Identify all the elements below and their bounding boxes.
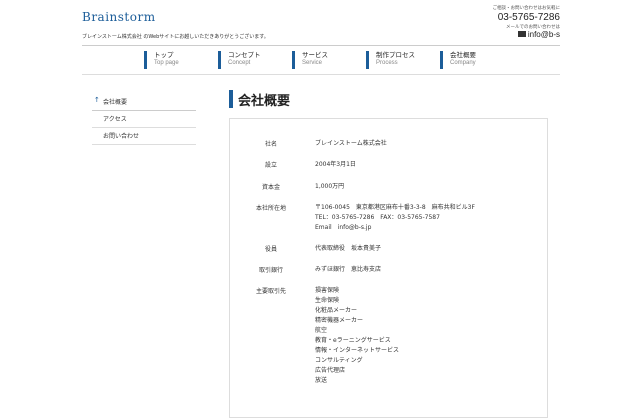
row-label: 取引銀行 (258, 267, 283, 274)
value-line: 航空 (315, 327, 328, 334)
nav-sublabel: Company (450, 60, 476, 66)
row-value: 2004年3月1日 (315, 160, 545, 170)
logo-text: Brainstorm (82, 10, 156, 24)
page-title-text: 会社概要 (238, 94, 291, 109)
nav-sublabel: Top page (154, 60, 179, 66)
arrow-icon: ↑ (94, 96, 100, 104)
row-value: みずほ銀行 恵比寿支店 (315, 265, 545, 275)
nav-item-top[interactable]: トップ Top page (144, 51, 218, 69)
nav-label: コンセプト (228, 51, 261, 59)
value-line: 代表取締役 坂本貴美子 (315, 245, 382, 252)
value-line: コンサルティング (315, 357, 363, 364)
brainstorm-logo[interactable]: Brainstorm (82, 10, 156, 24)
value-line: 教育・eラーニングサービス (315, 337, 391, 344)
row-label: 主要取引先 (255, 288, 286, 295)
main-nav: トップ Top page コンセプト Concept サービス Service … (144, 51, 514, 69)
row-value: ブレインストーム株式会社 (315, 139, 545, 149)
tagline: ブレインストーム株式会社 のWebサイトにお越しいただきありがとうございます。 (82, 34, 269, 40)
nav-label: サービス (302, 51, 328, 59)
value-line: 広告代理店 (315, 367, 346, 374)
row-value: 〒106-0045 東京都港区麻布十番3-3-8 麻布共和ビル3F TEL：03… (315, 203, 545, 233)
nav-sublabel: Service (302, 60, 323, 66)
sidebar-item-label: アクセス (103, 116, 127, 123)
email-text: info@b-s (527, 30, 560, 39)
email-link[interactable]: info@b-s (493, 30, 560, 39)
value-line: 化粧品メーカー (315, 307, 358, 314)
value-line: TEL：03-5765-7286 FAX：03-5765-7587 (315, 214, 440, 221)
row-value: 損害保険 生命保険 化粧品メーカー 精密機器メーカー 航空 教育・eラーニングサ… (315, 286, 545, 386)
value-line: 放送 (315, 377, 328, 384)
sidebar-item-company[interactable]: ↑ 会社概要 (92, 94, 196, 111)
contact-block: ご相談・お問い合わせはお気軽に 03-5765-7286 メールでのお問い合わせ… (493, 5, 561, 39)
value-line: 2004年3月1日 (315, 161, 356, 168)
sidebar-item-access[interactable]: アクセス (92, 111, 196, 128)
row-label: 本社所在地 (255, 205, 286, 212)
phone-number: 03-5765-7286 (497, 12, 560, 23)
nav-item-service[interactable]: サービス Service (292, 51, 366, 69)
nav-sublabel: Concept (228, 60, 251, 66)
company-info-table: 社名 ブレインストーム株式会社 設立 2004年3月1日 資本金 1,000万円… (229, 118, 548, 418)
nav-label: トップ (154, 51, 174, 59)
sidebar-item-contact[interactable]: お問い合わせ (92, 128, 196, 145)
nav-item-concept[interactable]: コンセプト Concept (218, 51, 292, 69)
row-label: 設立 (264, 162, 277, 169)
row-label: 社名 (264, 141, 277, 148)
value-line: 生命保険 (315, 297, 340, 304)
page-title: 会社概要 (229, 90, 291, 109)
mail-icon (517, 31, 526, 37)
sidebar-item-label: 会社概要 (103, 99, 128, 106)
value-line: 〒106-0045 東京都港区麻布十番3-3-8 麻布共和ビル3F (315, 204, 475, 211)
site-header: Brainstorm ブレインストーム株式会社 のWebサイトにお越しいただきあ… (0, 0, 640, 45)
value-line: ブレインストーム株式会社 (315, 140, 387, 147)
row-label: 資本金 (261, 184, 280, 191)
row-value: 代表取締役 坂本貴美子 (315, 244, 545, 254)
row-value: 1,000万円 (315, 182, 545, 192)
nav-bottom-divider (82, 74, 560, 75)
value-line: みずほ銀行 恵比寿支店 (315, 266, 382, 273)
value-line[interactable]: Email info@b-s.jp (315, 223, 545, 233)
sidebar-item-label: お問い合わせ (103, 133, 140, 140)
value-line: 1,000万円 (315, 183, 345, 190)
nav-top-divider (82, 45, 560, 46)
contact-note: ご相談・お問い合わせはお気軽に (492, 6, 561, 11)
value-line: 情報・インターネットサービス (315, 347, 400, 354)
nav-label: 制作プロセス (376, 51, 415, 59)
nav-label: 会社概要 (450, 51, 476, 59)
value-line: 損害保険 (315, 287, 340, 294)
nav-item-process[interactable]: 制作プロセス Process (366, 51, 440, 69)
row-label: 役員 (264, 246, 277, 253)
nav-item-company[interactable]: 会社概要 Company (440, 51, 514, 69)
sidebar: ↑ 会社概要 アクセス お問い合わせ (92, 94, 196, 145)
value-line: 精密機器メーカー (315, 317, 364, 324)
nav-sublabel: Process (376, 60, 398, 66)
